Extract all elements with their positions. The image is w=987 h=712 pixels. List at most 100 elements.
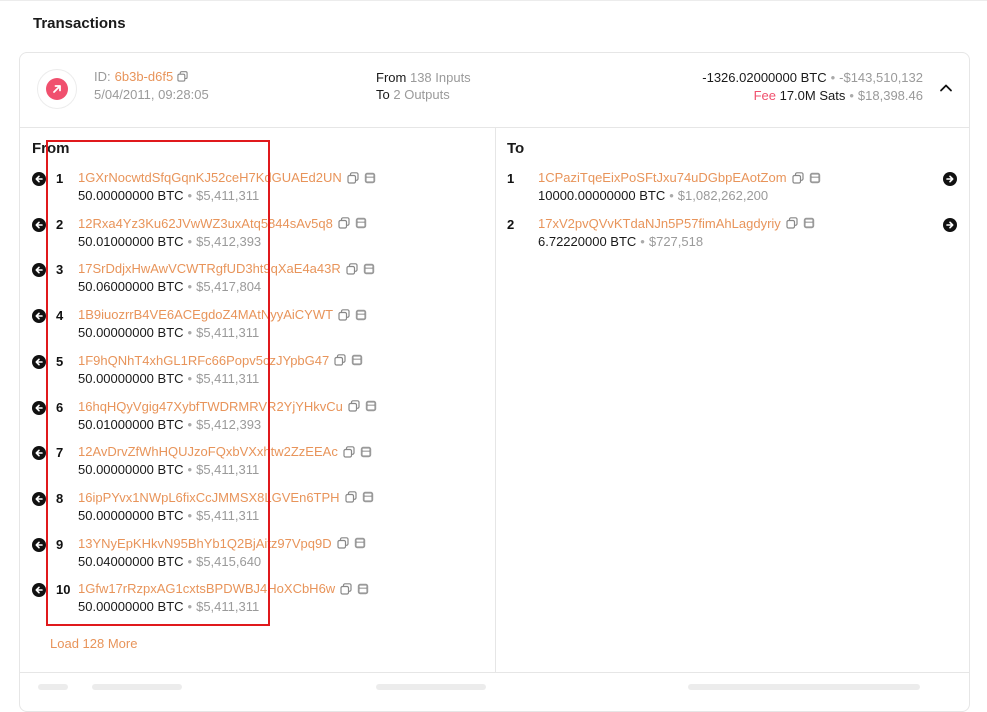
copy-icon[interactable] bbox=[786, 217, 798, 229]
copy-icon[interactable] bbox=[337, 537, 349, 549]
address-link[interactable]: 13YNyEpKHkvN95BhYb1Q2BjAitz97Vpq9D bbox=[78, 536, 332, 551]
address-link[interactable]: 1B9iuozrrB4VE6ACEgdoZ4MAtNyyAiCYWT bbox=[78, 307, 333, 322]
load-more-button[interactable]: Load 128 More bbox=[50, 636, 137, 651]
address-link[interactable]: 17xV2pvQVvKTdaNJn5P57fimAhLagdyriy bbox=[538, 216, 781, 231]
outputs-count: 2 Outputs bbox=[393, 87, 450, 102]
address-link[interactable]: 16hqHQyVgig47XybfTWDRMRVR2YjYHkvCu bbox=[78, 399, 343, 414]
fee-label: Fee bbox=[753, 88, 776, 103]
btc-amount: 50.01000000 BTC bbox=[78, 416, 184, 432]
btc-amount: 50.04000000 BTC bbox=[78, 553, 184, 569]
arrow-up-right-icon bbox=[46, 78, 68, 100]
next-transaction-preview bbox=[20, 684, 970, 692]
arrow-left-icon[interactable] bbox=[32, 446, 46, 461]
fee-sats: 17.0M Sats bbox=[779, 88, 846, 103]
copy-icon[interactable] bbox=[340, 582, 352, 595]
arrow-left-icon[interactable] bbox=[32, 354, 46, 369]
address-row: 1F9hQNhT4xhGL1RFc66Popv5czJYpbG47 bbox=[78, 353, 363, 368]
arrow-right-icon[interactable] bbox=[943, 172, 957, 186]
address-link[interactable]: 17SrDdjxHwAwVCWTRgfUD3ht9qXaE4a43R bbox=[78, 261, 341, 276]
copy-icon[interactable] bbox=[791, 171, 804, 184]
value-row: 50.00000000 BTC • $5,411,311 bbox=[78, 508, 259, 523]
value-row: 50.06000000 BTC • $5,417,804 bbox=[78, 279, 261, 294]
explorer-icon[interactable] bbox=[357, 583, 369, 595]
usd-amount: $5,417,804 bbox=[196, 279, 262, 295]
explorer-icon[interactable] bbox=[354, 537, 366, 549]
transaction-date: 5/04/2011, 09:28:05 bbox=[94, 87, 209, 102]
transaction-header[interactable]: ID: 6b3b-d6f5 5/04/2011, 09:28:05 From 1… bbox=[20, 53, 969, 128]
copy-icon[interactable] bbox=[348, 400, 360, 412]
explorer-icon[interactable] bbox=[803, 217, 815, 229]
usd-amount: $5,411,311 bbox=[196, 462, 260, 478]
arrow-left-icon[interactable] bbox=[32, 537, 46, 552]
input-row: 7 12AvDrvZfWhHQUJzoFQxbVXxhtw2ZzEEAc 50.00… bbox=[20, 443, 971, 483]
footer-divider bbox=[20, 672, 969, 673]
explorer-icon[interactable] bbox=[363, 263, 375, 275]
arrow-left-icon[interactable] bbox=[32, 491, 46, 506]
btc-amount: 50.00000000 BTC bbox=[78, 370, 184, 386]
arrow-left-icon[interactable] bbox=[32, 309, 46, 324]
separator-dot: • bbox=[187, 553, 193, 569]
explorer-icon[interactable] bbox=[362, 491, 374, 503]
separator-dot: • bbox=[187, 416, 193, 432]
arrow-left-icon[interactable] bbox=[32, 400, 46, 415]
from-label: From bbox=[376, 70, 407, 85]
transaction-direction-badge bbox=[37, 69, 77, 109]
address-link[interactable]: 1CPaziTqeEixPoSFtJxu74uDGbpEAotZom bbox=[538, 170, 787, 185]
explorer-icon[interactable] bbox=[351, 354, 363, 366]
btc-amount: 10000.00000000 BTC bbox=[538, 188, 666, 203]
separator-dot: • bbox=[669, 188, 674, 203]
input-row: 4 1B9iuozrrB4VE6ACEgdoZ4MAtNyyAiCYWT 50.00… bbox=[20, 306, 971, 346]
copy-icon[interactable] bbox=[177, 70, 189, 83]
arrow-left-icon[interactable] bbox=[32, 263, 46, 278]
arrow-left-icon[interactable] bbox=[32, 583, 46, 598]
copy-icon[interactable] bbox=[338, 308, 350, 321]
page-title: Transactions bbox=[33, 15, 126, 32]
amount-btc: -1326.02000000 BTC bbox=[702, 70, 827, 85]
input-row: 9 13YNyEpKHkvN95BhYb1Q2BjAitz97Vpq9D 50.04… bbox=[20, 535, 971, 575]
transaction-amounts: -1326.02000000 BTC • -$143,510,132 Fee 17.… bbox=[702, 70, 923, 103]
row-index: 10 bbox=[56, 582, 71, 598]
address-row: 17xV2pvQVvKTdaNJn5P57fimAhLagdyriy bbox=[538, 216, 815, 231]
copy-icon[interactable] bbox=[343, 445, 355, 458]
explorer-icon[interactable] bbox=[360, 446, 372, 458]
row-index: 4 bbox=[56, 308, 64, 324]
address-row: 12AvDrvZfWhHQUJzoFQxbVXxhtw2ZzEEAc bbox=[78, 444, 372, 459]
address-link[interactable]: 1Gfw17rRzpxAG1cxtsBPDWBJ4HoXCbH6w bbox=[78, 581, 335, 596]
explorer-icon[interactable] bbox=[365, 400, 377, 412]
explorer-icon[interactable] bbox=[809, 172, 821, 184]
usd-amount: $5,411,311 bbox=[196, 599, 260, 615]
chevron-up-icon[interactable] bbox=[939, 81, 953, 95]
inputs-count: 138 Inputs bbox=[409, 70, 471, 85]
transaction-id-label: ID: bbox=[94, 69, 111, 84]
address-row: 1CPaziTqeEixPoSFtJxu74uDGbpEAotZom bbox=[538, 170, 821, 185]
input-row: 3 17SrDdjxHwAwVCWTRgfUD3ht9qXaE4a43R 50.06… bbox=[20, 260, 971, 300]
usd-amount: $5,412,393 bbox=[196, 416, 262, 432]
transaction-id-link[interactable]: 6b3b-d6f5 bbox=[115, 69, 174, 84]
fee-usd: $18,398.46 bbox=[857, 88, 923, 103]
usd-amount: $5,411,311 bbox=[196, 370, 260, 386]
address-link[interactable]: 1F9hQNhT4xhGL1RFc66Popv5czJYpbG47 bbox=[78, 353, 329, 368]
arrow-right-icon[interactable] bbox=[943, 217, 957, 232]
input-row: 6 16hqHQyVgig47XybfTWDRMRVR2YjYHkvCu 50.01… bbox=[20, 398, 971, 438]
separator-dot: • bbox=[640, 233, 645, 249]
value-row: 10000.00000000 BTC • $1,082,262,200 bbox=[538, 188, 768, 203]
to-label: To bbox=[376, 87, 390, 102]
usd-amount: $5,411,311 bbox=[196, 507, 260, 523]
usd-amount: $1,082,262,200 bbox=[677, 188, 769, 203]
address-link[interactable]: 16ipPYvx1NWpL6fixCcJMMSX8LGVEn6TPH bbox=[78, 490, 340, 505]
input-row: 5 1F9hQNhT4xhGL1RFc66Popv5czJYpbG47 50.000… bbox=[20, 352, 971, 392]
copy-icon[interactable] bbox=[334, 354, 346, 366]
output-row: 2 17xV2pvQVvKTdaNJn5P57fimAhLagdyriy 6.722… bbox=[20, 215, 971, 255]
row-index: 2 bbox=[507, 216, 515, 232]
separator-dot: • bbox=[187, 462, 193, 478]
explorer-icon[interactable] bbox=[355, 309, 367, 321]
row-index: 6 bbox=[56, 399, 64, 415]
copy-icon[interactable] bbox=[346, 263, 358, 275]
value-row: 50.00000000 BTC • $5,411,311 bbox=[78, 462, 259, 477]
address-row: 16hqHQyVgig47XybfTWDRMRVR2YjYHkvCu bbox=[78, 399, 377, 414]
address-row: 13YNyEpKHkvN95BhYb1Q2BjAitz97Vpq9D bbox=[78, 536, 366, 551]
usd-amount: $5,411,311 bbox=[196, 325, 260, 341]
address-link[interactable]: 12AvDrvZfWhHQUJzoFQxbVXxhtw2ZzEEAc bbox=[78, 444, 338, 459]
copy-icon[interactable] bbox=[344, 491, 357, 503]
address-row: 17SrDdjxHwAwVCWTRgfUD3ht9qXaE4a43R bbox=[78, 261, 375, 276]
